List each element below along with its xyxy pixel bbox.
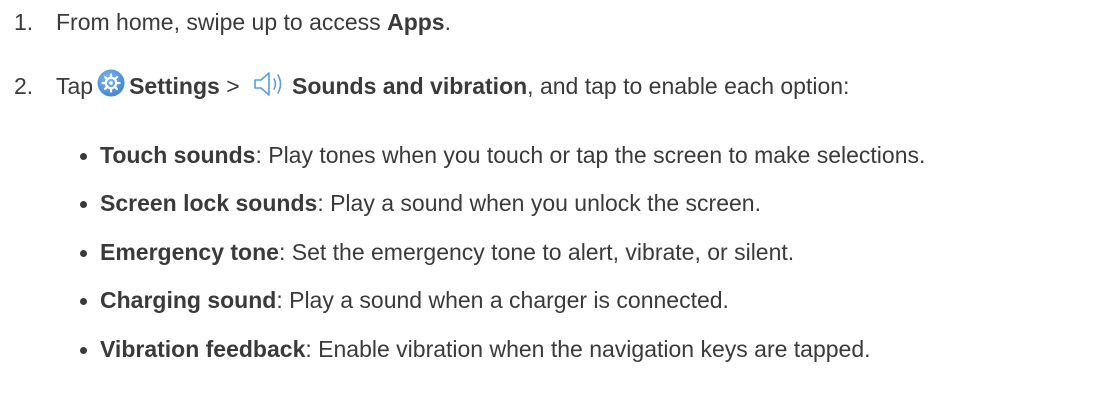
step-text: Tap — [56, 72, 94, 99]
separator: > — [219, 72, 247, 99]
bullet-icon — [80, 201, 87, 209]
step-number: 2. — [14, 72, 34, 99]
settings-label: Settings — [129, 72, 220, 99]
step-2: 2. Tap Settings > Sounds and vibration ,… — [14, 66, 849, 106]
option-description: : Play a sound when a charger is connect… — [276, 287, 729, 314]
option-title: Charging sound — [100, 287, 277, 314]
bullet-icon — [80, 152, 87, 160]
settings-gear-icon — [97, 69, 125, 97]
options-list: Touch sounds : Play tones when you touch… — [80, 131, 925, 374]
speaker-volume-icon — [254, 72, 282, 96]
step-text: From home, swipe up to access — [56, 8, 388, 35]
option-description: : Enable vibration when the navigation k… — [305, 335, 871, 362]
sounds-vibration-label: Sounds and vibration — [292, 72, 528, 99]
option-description: : Play a sound when you unlock the scree… — [317, 190, 761, 217]
step-1: 1. From home, swipe up to access Apps . — [14, 2, 451, 42]
step-text: , and tap to enable each option: — [527, 72, 850, 99]
option-title: Emergency tone — [100, 238, 279, 265]
bullet-icon — [80, 346, 87, 354]
step-punctuation: . — [444, 8, 451, 35]
bullet-icon — [80, 249, 87, 257]
step-number: 1. — [14, 8, 34, 35]
bullet-icon — [80, 298, 87, 306]
list-item: Charging sound : Play a sound when a cha… — [80, 277, 925, 326]
list-item: Touch sounds : Play tones when you touch… — [80, 131, 925, 180]
option-title: Screen lock sounds — [100, 190, 318, 217]
option-title: Vibration feedback — [100, 335, 306, 362]
option-description: : Set the emergency tone to alert, vibra… — [278, 238, 795, 265]
option-title: Touch sounds — [100, 141, 256, 168]
list-item: Emergency tone : Set the emergency tone … — [80, 228, 925, 277]
list-item: Vibration feedback : Enable vibration wh… — [80, 325, 925, 374]
option-description: : Play tones when you touch or tap the s… — [255, 141, 926, 168]
apps-label: Apps — [387, 8, 445, 35]
list-item: Screen lock sounds : Play a sound when y… — [80, 180, 925, 229]
